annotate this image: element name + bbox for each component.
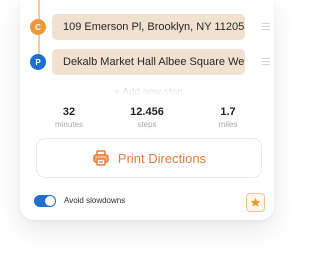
stat-steps: 12.456 steps [112,106,182,130]
add-new-stop-label: + Add new stop [114,87,183,97]
stop-row-destination: P Dekalb Market Hall Albee Square We... [30,49,274,75]
stat-steps-value: 12.456 [130,106,164,118]
favorite-button[interactable] [246,193,265,212]
stop-row-origin: C 109 Emerson Pl, Brooklyn, NY 11205 [30,14,274,40]
destination-marker-icon: P [30,54,46,70]
avoid-slowdowns-toggle[interactable] [34,195,56,207]
destination-address-field[interactable]: Dekalb Market Hall Albee Square We... [52,49,245,75]
stat-distance-unit: miles [218,120,238,129]
add-new-stop-button[interactable]: + Add new stop [52,83,245,97]
stat-duration-value: 32 [62,106,76,118]
directions-panel: C 109 Emerson Pl, Brooklyn, NY 11205 P D… [20,0,274,220]
printer-icon [92,149,110,167]
print-directions-button[interactable]: Print Directions [36,138,262,178]
toggle-knob [45,196,55,206]
star-icon [250,197,261,207]
drag-handle-icon[interactable] [262,58,270,66]
avoid-slowdowns-label: Avoid slowdowns [64,196,126,205]
print-directions-label: Print Directions [117,150,207,166]
trip-stats: 32 minutes 12.456 steps 1.7 miles [30,106,264,132]
stat-duration-unit: minutes [54,120,83,129]
stat-distance: 1.7 miles [193,106,263,130]
origin-address-field[interactable]: 109 Emerson Pl, Brooklyn, NY 11205 [52,14,245,40]
stat-distance-value: 1.7 [220,106,236,118]
avoid-slowdowns-row: Avoid slowdowns [34,193,264,209]
stat-duration: 32 minutes [34,106,104,130]
stat-steps-unit: steps [137,120,157,129]
origin-marker-icon: C [30,19,46,35]
drag-handle-icon[interactable] [262,23,270,31]
